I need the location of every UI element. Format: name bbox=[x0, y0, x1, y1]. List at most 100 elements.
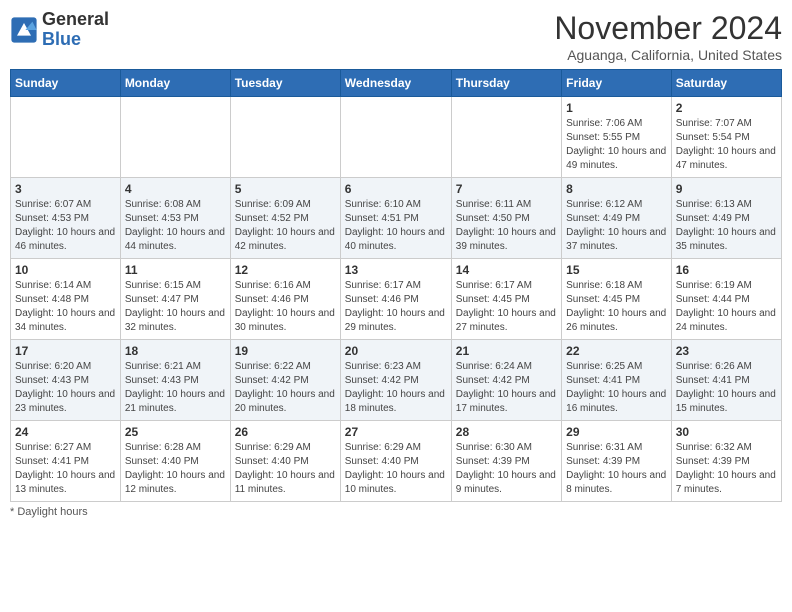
calendar-cell bbox=[230, 97, 340, 178]
calendar-cell: 25Sunrise: 6:28 AM Sunset: 4:40 PM Dayli… bbox=[120, 421, 230, 502]
day-info: Sunrise: 6:09 AM Sunset: 4:52 PM Dayligh… bbox=[235, 198, 336, 254]
day-info: Sunrise: 6:20 AM Sunset: 4:43 PM Dayligh… bbox=[15, 360, 116, 416]
footer-note: * Daylight hours bbox=[10, 506, 782, 518]
day-info: Sunrise: 6:32 AM Sunset: 4:39 PM Dayligh… bbox=[676, 441, 777, 497]
calendar-cell: 23 Sunrise: 6:26 AM Sunset: 4:41 PM Dayli… bbox=[671, 340, 781, 421]
day-number: 6 bbox=[345, 182, 447, 196]
calendar-cell: 3Sunrise: 6:07 AM Sunset: 4:53 PM Daylig… bbox=[11, 178, 121, 259]
calendar-cell: 14Sunrise: 6:17 AM Sunset: 4:45 PM Dayli… bbox=[451, 259, 561, 340]
day-number: 8 bbox=[566, 182, 667, 196]
calendar-cell bbox=[120, 97, 230, 178]
day-info: Sunrise: 6:18 AM Sunset: 4:45 PM Dayligh… bbox=[566, 279, 667, 335]
day-number: 20 bbox=[345, 344, 447, 358]
calendar-week-row: 3Sunrise: 6:07 AM Sunset: 4:53 PM Daylig… bbox=[11, 178, 782, 259]
day-info: Sunrise: 6:17 AM Sunset: 4:46 PM Dayligh… bbox=[345, 279, 447, 335]
day-number: 22 bbox=[566, 344, 667, 358]
day-info: Sunrise: 6:25 AM Sunset: 4:41 PM Dayligh… bbox=[566, 360, 667, 416]
calendar-cell: 16Sunrise: 6:19 AM Sunset: 4:44 PM Dayli… bbox=[671, 259, 781, 340]
day-number: 5 bbox=[235, 182, 336, 196]
calendar-cell: 2Sunrise: 7:07 AM Sunset: 5:54 PM Daylig… bbox=[671, 97, 781, 178]
weekday-header: Wednesday bbox=[340, 70, 451, 97]
day-number: 30 bbox=[676, 425, 777, 439]
day-info: Sunrise: 6:12 AM Sunset: 4:49 PM Dayligh… bbox=[566, 198, 667, 254]
calendar-cell: 22 Sunrise: 6:25 AM Sunset: 4:41 PM Dayli… bbox=[562, 340, 672, 421]
day-number: 29 bbox=[566, 425, 667, 439]
day-number: 17 bbox=[15, 344, 116, 358]
day-info: Sunrise: 6:15 AM Sunset: 4:47 PM Dayligh… bbox=[125, 279, 226, 335]
calendar-cell: 15 Sunrise: 6:18 AM Sunset: 4:45 PM Dayli… bbox=[562, 259, 672, 340]
logo-text: General Blue bbox=[42, 10, 109, 50]
calendar-cell: 13 Sunrise: 6:17 AM Sunset: 4:46 PM Dayli… bbox=[340, 259, 451, 340]
calendar-cell: 10 Sunrise: 6:14 AM Sunset: 4:48 PM Dayli… bbox=[11, 259, 121, 340]
day-info: Sunrise: 6:22 AM Sunset: 4:42 PM Dayligh… bbox=[235, 360, 336, 416]
calendar-cell: 26 Sunrise: 6:29 AM Sunset: 4:40 PM Dayli… bbox=[230, 421, 340, 502]
logo-icon bbox=[10, 16, 38, 44]
day-number: 4 bbox=[125, 182, 226, 196]
day-info: Sunrise: 6:31 AM Sunset: 4:39 PM Dayligh… bbox=[566, 441, 667, 497]
day-number: 11 bbox=[125, 263, 226, 277]
weekday-header: Friday bbox=[562, 70, 672, 97]
day-info: Sunrise: 6:28 AM Sunset: 4:40 PM Dayligh… bbox=[125, 441, 226, 497]
calendar-cell: 7 Sunrise: 6:11 AM Sunset: 4:50 PM Daylig… bbox=[451, 178, 561, 259]
day-info: Sunrise: 6:17 AM Sunset: 4:45 PM Dayligh… bbox=[456, 279, 557, 335]
calendar-week-row: 10 Sunrise: 6:14 AM Sunset: 4:48 PM Dayli… bbox=[11, 259, 782, 340]
location: Aguanga, California, United States bbox=[554, 47, 782, 63]
calendar-cell: 21Sunrise: 6:24 AM Sunset: 4:42 PM Dayli… bbox=[451, 340, 561, 421]
day-info: Sunrise: 6:16 AM Sunset: 4:46 PM Dayligh… bbox=[235, 279, 336, 335]
calendar-week-row: 24Sunrise: 6:27 AM Sunset: 4:41 PM Dayli… bbox=[11, 421, 782, 502]
calendar-cell: 20 Sunrise: 6:23 AM Sunset: 4:42 PM Dayli… bbox=[340, 340, 451, 421]
day-number: 28 bbox=[456, 425, 557, 439]
logo: General Blue bbox=[10, 10, 109, 50]
calendar-cell: 19 Sunrise: 6:22 AM Sunset: 4:42 PM Dayli… bbox=[230, 340, 340, 421]
calendar-header: SundayMondayTuesdayWednesdayThursdayFrid… bbox=[11, 70, 782, 97]
calendar-cell: 27 Sunrise: 6:29 AM Sunset: 4:40 PM Dayli… bbox=[340, 421, 451, 502]
calendar-cell: 8 Sunrise: 6:12 AM Sunset: 4:49 PM Daylig… bbox=[562, 178, 672, 259]
day-info: Sunrise: 6:26 AM Sunset: 4:41 PM Dayligh… bbox=[676, 360, 777, 416]
weekday-header: Sunday bbox=[11, 70, 121, 97]
weekday-header: Monday bbox=[120, 70, 230, 97]
day-number: 27 bbox=[345, 425, 447, 439]
day-info: Sunrise: 6:21 AM Sunset: 4:43 PM Dayligh… bbox=[125, 360, 226, 416]
day-info: Sunrise: 6:10 AM Sunset: 4:51 PM Dayligh… bbox=[345, 198, 447, 254]
day-number: 13 bbox=[345, 263, 447, 277]
day-info: Sunrise: 6:13 AM Sunset: 4:49 PM Dayligh… bbox=[676, 198, 777, 254]
weekday-header: Thursday bbox=[451, 70, 561, 97]
page-header: General Blue November 2024 Aguanga, Cali… bbox=[10, 10, 782, 63]
day-number: 3 bbox=[15, 182, 116, 196]
day-number: 10 bbox=[15, 263, 116, 277]
calendar-table: SundayMondayTuesdayWednesdayThursdayFrid… bbox=[10, 69, 782, 502]
day-number: 19 bbox=[235, 344, 336, 358]
day-number: 18 bbox=[125, 344, 226, 358]
day-info: Sunrise: 6:23 AM Sunset: 4:42 PM Dayligh… bbox=[345, 360, 447, 416]
day-info: Sunrise: 6:27 AM Sunset: 4:41 PM Dayligh… bbox=[15, 441, 116, 497]
day-info: Sunrise: 6:14 AM Sunset: 4:48 PM Dayligh… bbox=[15, 279, 116, 335]
calendar-week-row: 1Sunrise: 7:06 AM Sunset: 5:55 PM Daylig… bbox=[11, 97, 782, 178]
day-number: 21 bbox=[456, 344, 557, 358]
calendar-cell: 11 Sunrise: 6:15 AM Sunset: 4:47 PM Dayli… bbox=[120, 259, 230, 340]
day-number: 2 bbox=[676, 101, 777, 115]
month-title: November 2024 bbox=[554, 10, 782, 47]
day-info: Sunrise: 6:29 AM Sunset: 4:40 PM Dayligh… bbox=[235, 441, 336, 497]
day-info: Sunrise: 6:08 AM Sunset: 4:53 PM Dayligh… bbox=[125, 198, 226, 254]
calendar-cell: 5 Sunrise: 6:09 AM Sunset: 4:52 PM Daylig… bbox=[230, 178, 340, 259]
day-info: Sunrise: 6:29 AM Sunset: 4:40 PM Dayligh… bbox=[345, 441, 447, 497]
calendar-cell: 17 Sunrise: 6:20 AM Sunset: 4:43 PM Dayli… bbox=[11, 340, 121, 421]
calendar-cell: 28 Sunrise: 6:30 AM Sunset: 4:39 PM Dayli… bbox=[451, 421, 561, 502]
calendar-cell: 1Sunrise: 7:06 AM Sunset: 5:55 PM Daylig… bbox=[562, 97, 672, 178]
calendar-cell: 4 Sunrise: 6:08 AM Sunset: 4:53 PM Daylig… bbox=[120, 178, 230, 259]
day-number: 23 bbox=[676, 344, 777, 358]
day-info: Sunrise: 6:30 AM Sunset: 4:39 PM Dayligh… bbox=[456, 441, 557, 497]
day-number: 15 bbox=[566, 263, 667, 277]
day-number: 1 bbox=[566, 101, 667, 115]
day-number: 7 bbox=[456, 182, 557, 196]
weekday-header: Tuesday bbox=[230, 70, 340, 97]
day-number: 26 bbox=[235, 425, 336, 439]
calendar-cell: 9 Sunrise: 6:13 AM Sunset: 4:49 PM Daylig… bbox=[671, 178, 781, 259]
day-number: 9 bbox=[676, 182, 777, 196]
day-number: 12 bbox=[235, 263, 336, 277]
calendar-cell: 12 Sunrise: 6:16 AM Sunset: 4:46 PM Dayli… bbox=[230, 259, 340, 340]
calendar-cell bbox=[11, 97, 121, 178]
day-info: Sunrise: 6:11 AM Sunset: 4:50 PM Dayligh… bbox=[456, 198, 557, 254]
calendar-week-row: 17 Sunrise: 6:20 AM Sunset: 4:43 PM Dayli… bbox=[11, 340, 782, 421]
calendar-cell: 30 Sunrise: 6:32 AM Sunset: 4:39 PM Dayli… bbox=[671, 421, 781, 502]
